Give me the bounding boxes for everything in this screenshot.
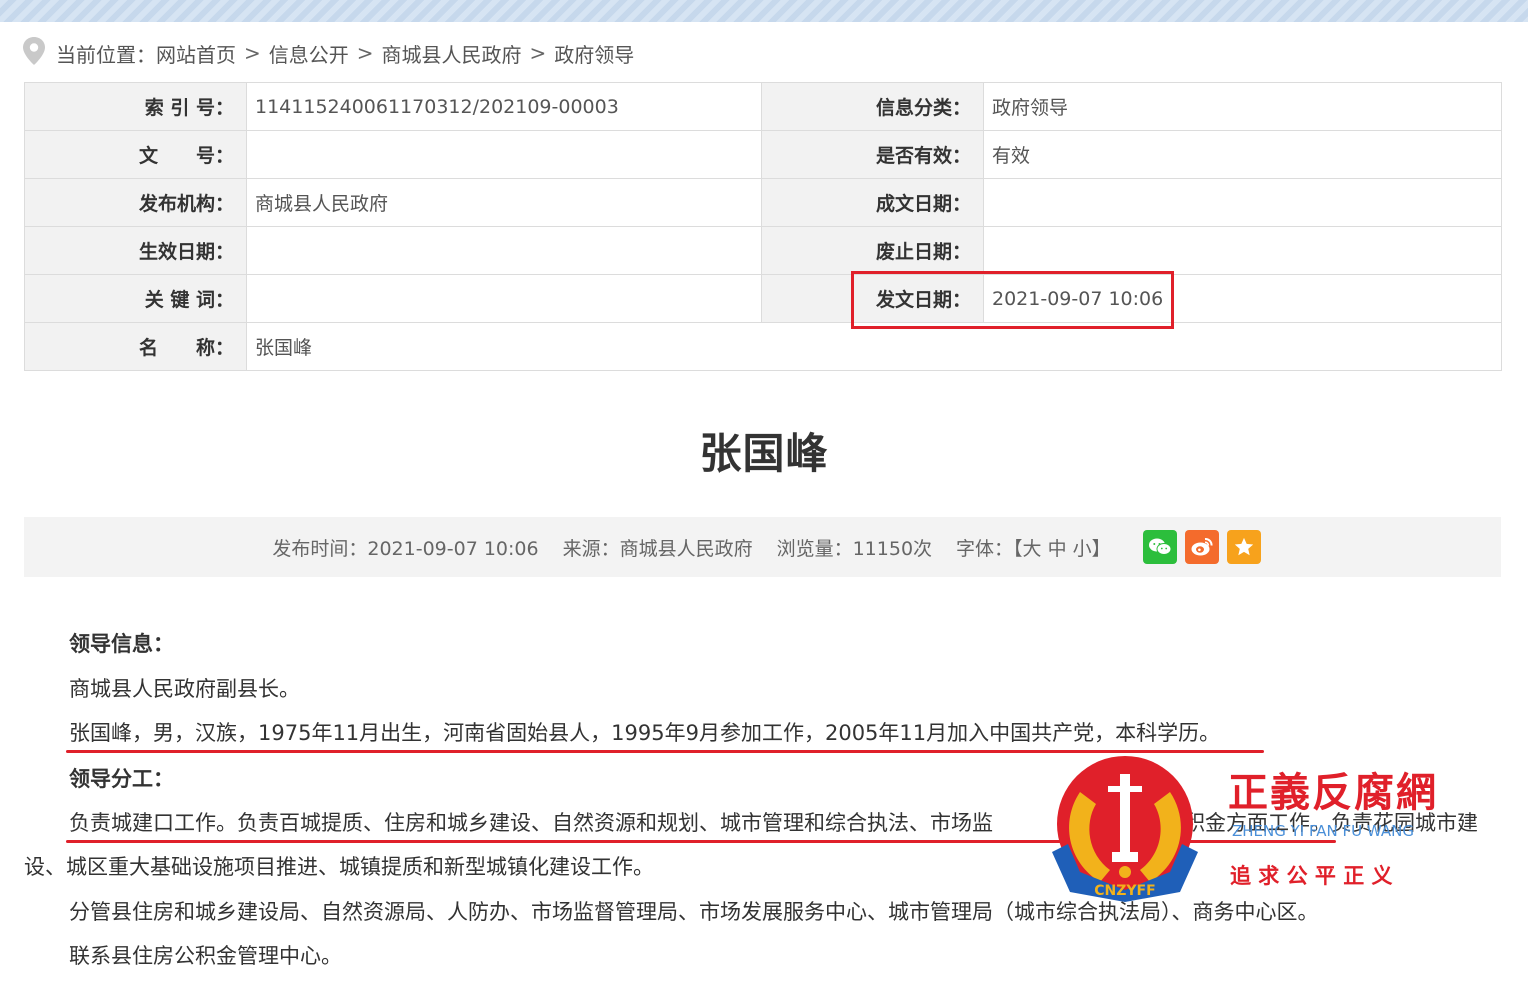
docno-value	[246, 130, 762, 179]
keywords-label: 关 键 词：	[24, 274, 247, 323]
breadcrumb-home[interactable]: 网站首页	[156, 39, 236, 68]
table-row: 生效日期： 废止日期：	[24, 226, 1502, 275]
issue-date-highlight-box	[851, 271, 1174, 329]
publisher-value: 商城县人民政府	[246, 178, 762, 227]
table-row: 名 称： 张国峰	[24, 322, 1502, 371]
effective-date-label: 生效日期：	[24, 226, 247, 275]
location-pin-icon	[22, 36, 46, 71]
keywords-value	[246, 274, 762, 323]
valid-label: 是否有效：	[761, 130, 984, 179]
watermark-overlay: CNZYFF 正義反腐網 ZHENG YI FAN FU WANG 追 求 公 …	[1040, 752, 1460, 902]
document-metadata-table: 索 引 号： 114115240061170312/202109-00003 信…	[24, 82, 1502, 371]
breadcrumb-separator: >	[529, 41, 547, 65]
name-label: 名 称：	[24, 322, 247, 371]
article-title: 张国峰	[699, 429, 829, 478]
watermark-title: 正義反腐網	[1228, 769, 1438, 816]
division-heading: 领导分工：	[69, 767, 174, 791]
table-row: 发布机构： 商城县人民政府 成文日期：	[24, 178, 1502, 227]
weibo-icon[interactable]	[1184, 530, 1219, 564]
leader-position: 商城县人民政府副县长。	[69, 677, 300, 701]
table-row: 文 号： 是否有效： 有效	[24, 130, 1502, 179]
watermark-slogan: 追 求 公 平 正 义	[1230, 864, 1393, 888]
font-size-selector[interactable]: 字体：【大 中 小】	[956, 534, 1111, 561]
leader-info-heading: 领导信息：	[69, 632, 174, 656]
docno-label: 文 号：	[24, 130, 247, 179]
category-label: 信息分类：	[761, 82, 984, 131]
publisher-label: 发布机构：	[24, 178, 247, 227]
breadcrumb-county-government[interactable]: 商城县人民政府	[382, 39, 522, 68]
watermark-pinyin: ZHENG YI FAN FU WANG	[1232, 822, 1414, 840]
duties-line-1: 负责城建口工作。负责百城提质、住房和城乡建设、自然资源和规划、城市管理和综合执法…	[69, 811, 993, 835]
breadcrumb: 当前位置： 网站首页 > 信息公开 > 商城县人民政府 > 政府领导	[22, 36, 634, 70]
breadcrumb-info-public[interactable]: 信息公开	[269, 39, 349, 68]
view-count: 浏览量：11150次	[776, 537, 933, 560]
breadcrumb-leaders[interactable]: 政府领导	[554, 39, 634, 68]
abolish-date-value	[983, 226, 1502, 275]
valid-value: 有效	[983, 130, 1502, 179]
wechat-icon[interactable]	[1142, 530, 1177, 564]
favorite-icon[interactable]	[1226, 530, 1261, 564]
article-info-bar: 发布时间：2021-09-07 10:06 来源：商城县人民政府 浏览量：111…	[24, 517, 1501, 577]
breadcrumb-prefix: 当前位置：	[56, 42, 156, 67]
index-label: 索 引 号：	[24, 82, 247, 131]
duties-line-2: 设、城区重大基础设施项目推进、城镇提质和新型城镇化建设工作。	[24, 855, 654, 879]
name-value: 张国峰	[246, 322, 1502, 371]
written-date-label: 成文日期：	[761, 178, 984, 227]
table-row: 索 引 号： 114115240061170312/202109-00003 信…	[24, 82, 1502, 131]
abolish-date-label: 废止日期：	[761, 226, 984, 275]
emblem-badge-text: CNZYFF	[1094, 883, 1155, 899]
written-date-value	[983, 178, 1502, 227]
article-source: 来源：商城县人民政府	[562, 537, 753, 560]
index-value: 114115240061170312/202109-00003	[246, 82, 762, 131]
effective-date-value	[246, 226, 762, 275]
breadcrumb-separator: >	[356, 41, 374, 65]
category-value: 政府领导	[983, 82, 1502, 131]
table-row: 关 键 词： 发文日期： 2021-09-07 10:06	[24, 274, 1502, 323]
breadcrumb-separator: >	[244, 41, 261, 65]
publish-time: 发布时间：2021-09-07 10:06	[272, 537, 539, 560]
share-buttons	[1139, 530, 1265, 564]
contact-units: 联系县住房公积金管理中心。	[69, 944, 342, 968]
anti-corruption-emblem-icon: CNZYFF	[1052, 756, 1198, 902]
leader-bio: 张国峰，男，汉族，1975年11月出生，河南省固始县人，1995年9月参加工作，…	[69, 721, 1221, 745]
top-banner	[0, 0, 1528, 22]
